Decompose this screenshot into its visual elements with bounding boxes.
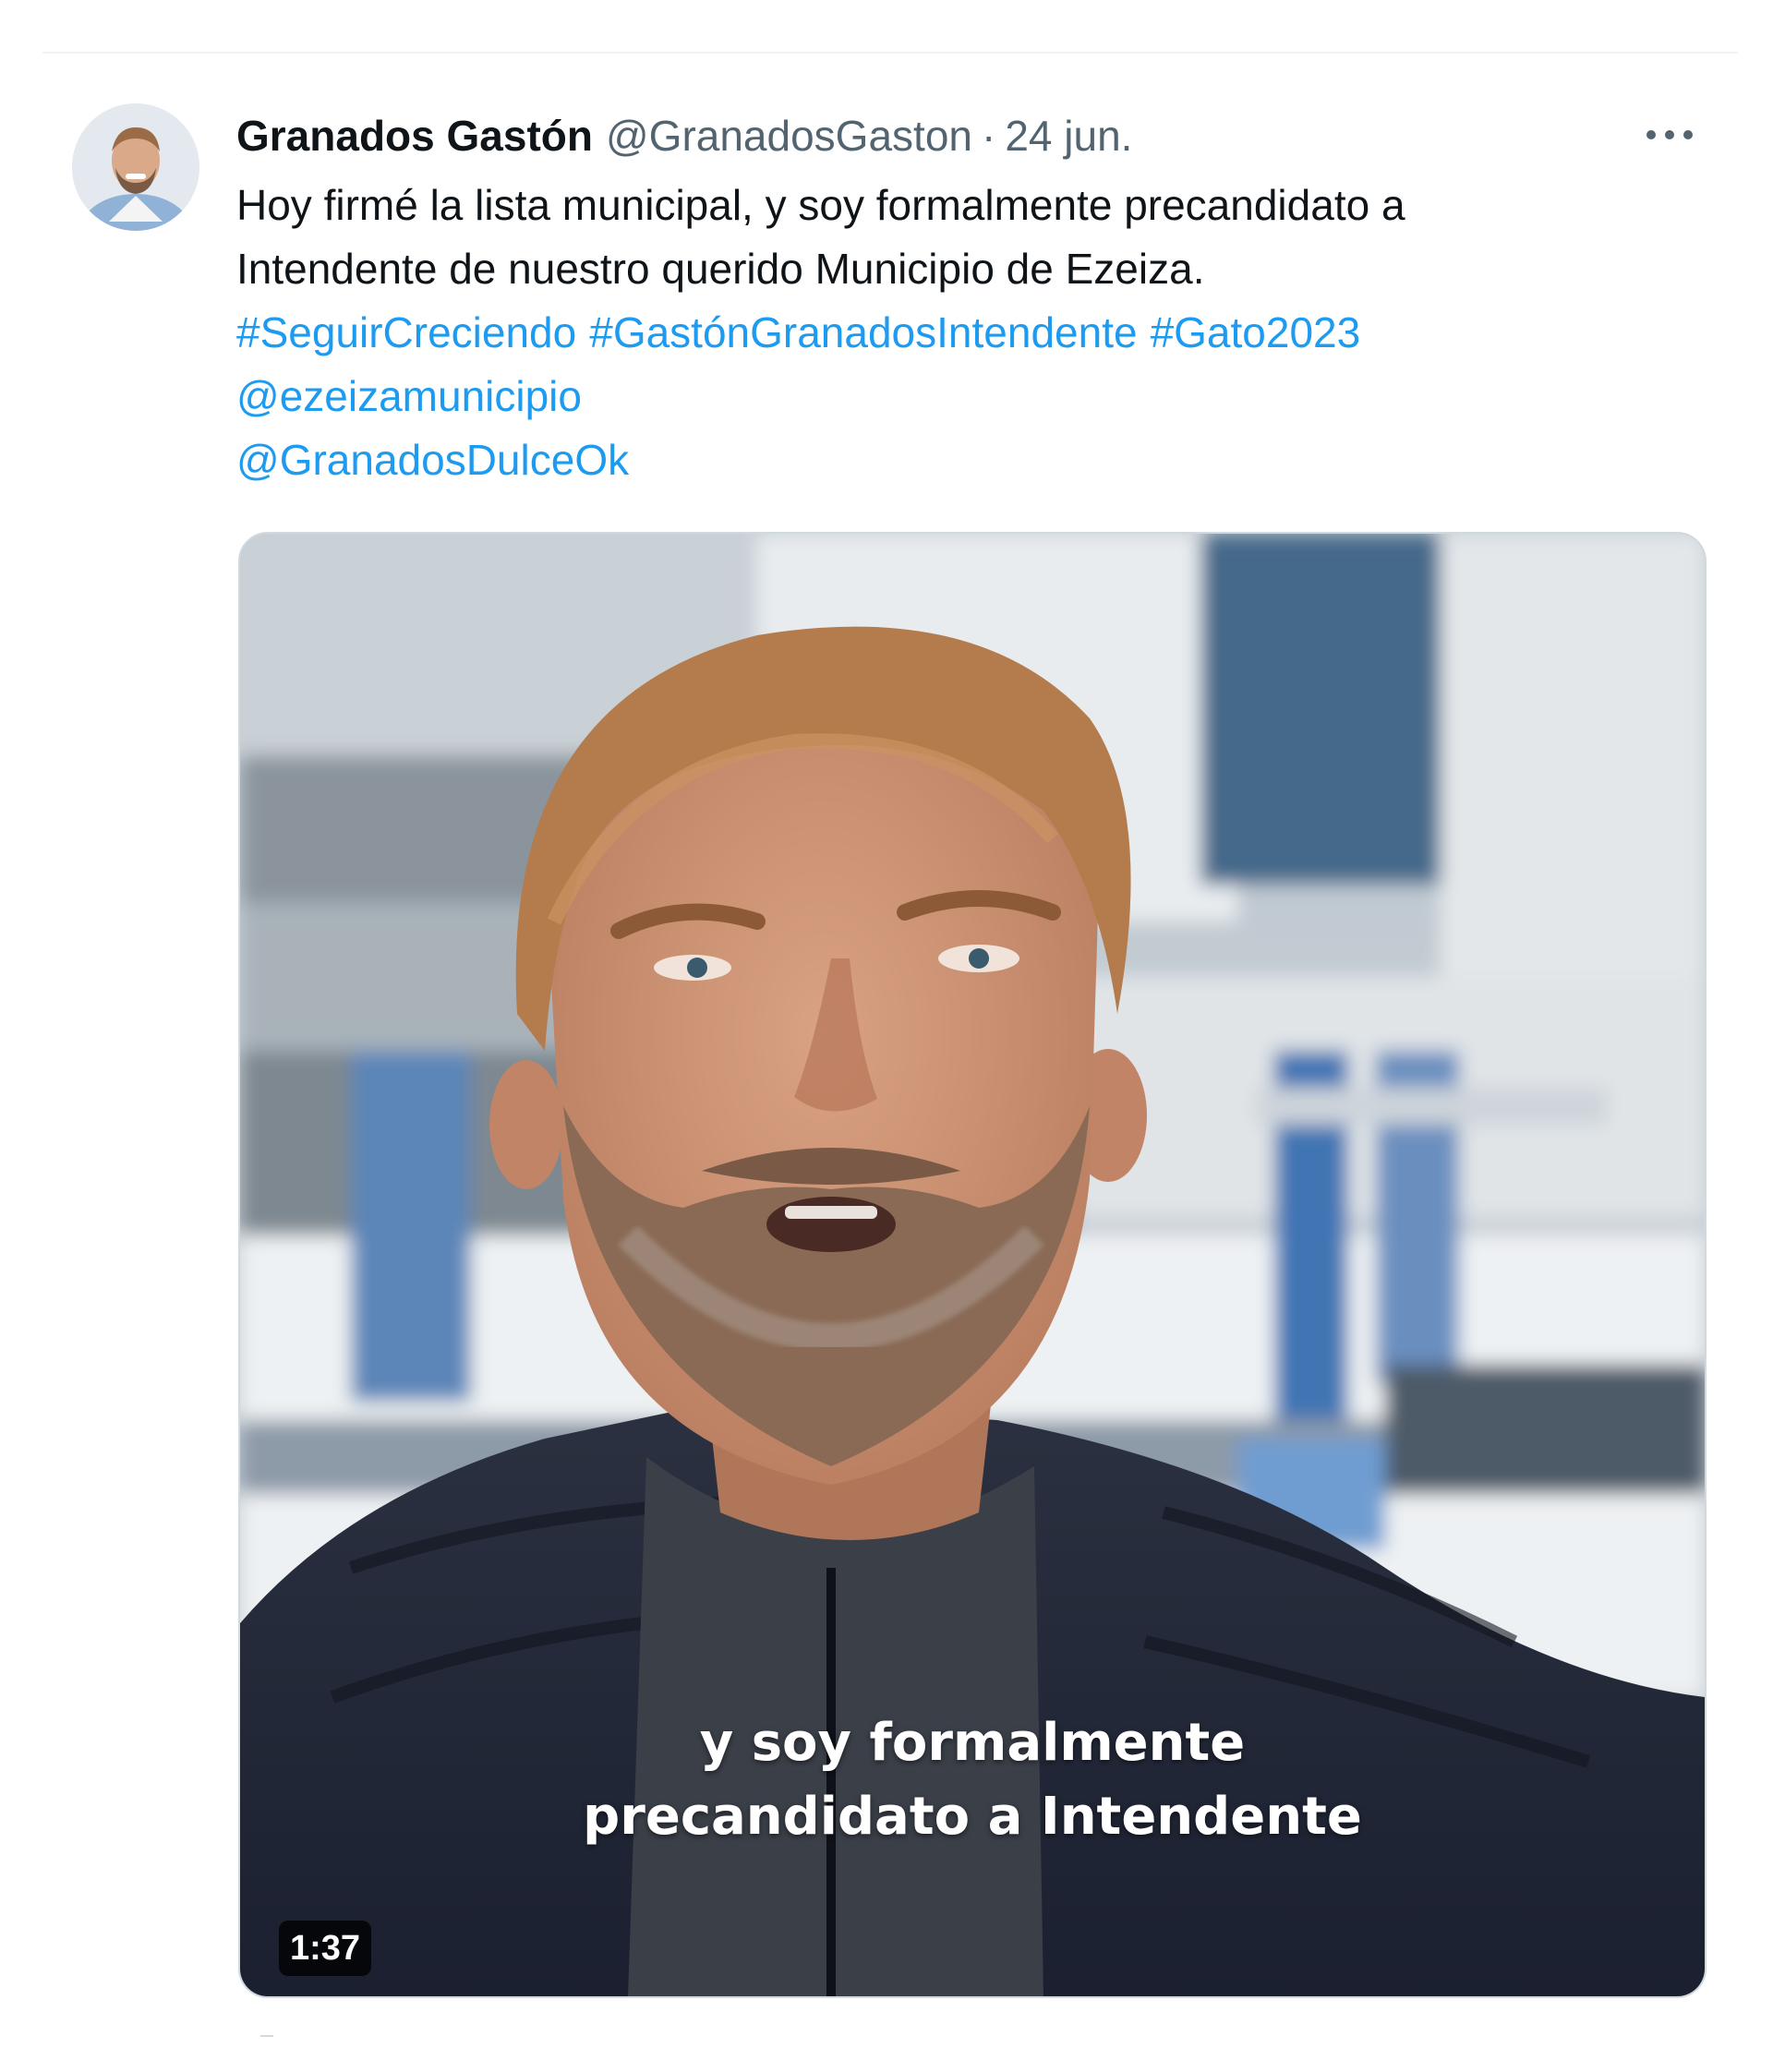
author-display-name[interactable]: Granados Gastón xyxy=(236,107,593,164)
avatar[interactable] xyxy=(72,103,199,231)
tweet-text: Hoy firmé la lista municipal, y soy form… xyxy=(236,174,1695,492)
author-handle[interactable]: @GranadosGaston xyxy=(606,107,972,164)
video-captions: y soy formalmente precandidato a Intende… xyxy=(240,1706,1705,1854)
mention-link[interactable]: @GranadosDulceOk xyxy=(236,436,629,484)
video-player[interactable]: y soy formalmente precandidato a Intende… xyxy=(238,532,1707,1998)
tweet[interactable]: Granados Gastón @GranadosGaston · 24 jun… xyxy=(0,0,1773,2072)
caption-line: y soy formalmente xyxy=(699,1713,1246,1773)
mention-line: @ezeizamunicipio xyxy=(236,365,1695,428)
more-horizontal-icon xyxy=(1646,130,1693,139)
more-options-button[interactable] xyxy=(1644,116,1695,153)
mention-line: @GranadosDulceOk xyxy=(236,428,1695,492)
tweet-text-line: Hoy firmé la lista municipal, y soy form… xyxy=(236,181,1405,229)
hashtag-link[interactable]: #SeguirCreciendo xyxy=(236,308,576,356)
mention-link[interactable]: @ezeizamunicipio xyxy=(236,372,582,420)
video-duration-badge: 1:37 xyxy=(279,1921,372,1976)
tweet-date[interactable]: 24 jun. xyxy=(1005,107,1132,164)
caption-line: precandidato a Intendente xyxy=(583,1787,1362,1847)
bottom-divider xyxy=(260,2035,273,2037)
header-separator: · xyxy=(982,112,996,160)
hashtag-link[interactable]: #Gato2023 xyxy=(1151,308,1361,356)
hashtags-line: #SeguirCreciendo #GastónGranadosIntendent… xyxy=(236,301,1695,365)
tweet-header: Granados Gastón @GranadosGaston · 24 jun… xyxy=(236,107,1132,164)
tweet-text-line: Intendente de nuestro querido Municipio … xyxy=(236,245,1205,293)
hashtag-link[interactable]: #GastónGranadosIntendente xyxy=(589,308,1137,356)
avatar-photo xyxy=(72,103,199,231)
